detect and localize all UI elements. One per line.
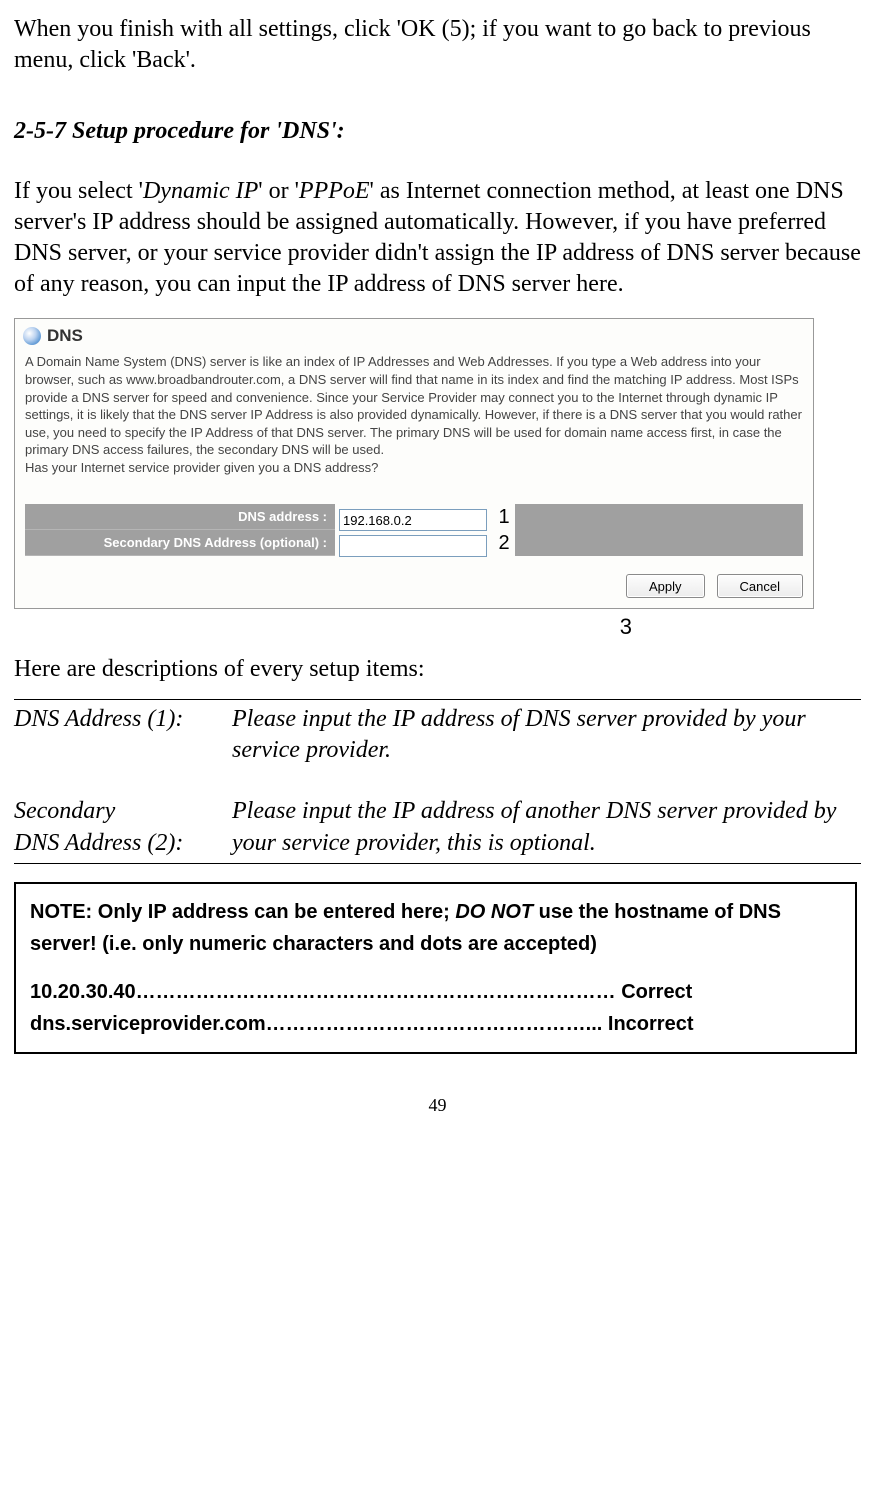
note-example-correct: 10.20.30.40……………………………………………………………… Corr… [30, 976, 841, 1008]
dns-form: DNS address : 1 Secondary DNS Address (o… [15, 484, 813, 556]
def-label: Secondary DNS Address (2): [14, 792, 232, 862]
intro-paragraph: When you finish with all settings, click… [14, 14, 861, 76]
def-text: Please input the IP address of another D… [232, 792, 861, 862]
text: DNS Address (2): [14, 830, 183, 856]
secondary-dns-input[interactable] [339, 535, 487, 557]
page-number: 49 [14, 1094, 861, 1117]
text: Secondary [14, 798, 115, 824]
panel-description: A Domain Name System (DNS) server is lik… [15, 349, 813, 484]
secondary-dns-row: Secondary DNS Address (optional) : 2 [25, 530, 803, 556]
text: ' or ' [258, 178, 299, 204]
divider [14, 863, 861, 864]
secondary-dns-input-cell [335, 526, 493, 561]
def-text: Please input the IP address of DNS serve… [232, 700, 861, 770]
section-heading: 2-5-7 Setup procedure for 'DNS': [14, 116, 861, 147]
table-row: Secondary DNS Address (2): Please input … [14, 792, 861, 862]
text: NOTE: Only IP address can be entered her… [30, 901, 455, 923]
cancel-button[interactable]: Cancel [717, 574, 803, 598]
annotation-3: 3 [14, 613, 812, 642]
note-line-1: NOTE: Only IP address can be entered her… [30, 896, 841, 960]
secondary-dns-label: Secondary DNS Address (optional) : [25, 530, 335, 556]
row-filler [515, 504, 803, 530]
globe-icon [23, 327, 41, 345]
text: Dynamic IP [143, 178, 258, 204]
row-filler [515, 530, 803, 556]
note-example-incorrect: dns.serviceprovider.com………………………………………….… [30, 1008, 841, 1040]
note-box: NOTE: Only IP address can be entered her… [14, 882, 857, 1054]
panel-title: DNS [47, 325, 83, 347]
dns-address-label: DNS address : [25, 504, 335, 530]
text: DO NOT [455, 901, 533, 923]
button-row: Apply Cancel [15, 556, 813, 608]
definitions-table: DNS Address (1): Please input the IP add… [14, 700, 861, 863]
dns-settings-screenshot: DNS A Domain Name System (DNS) server is… [14, 318, 814, 609]
descriptions-heading: Here are descriptions of every setup ite… [14, 654, 861, 685]
apply-button[interactable]: Apply [626, 574, 705, 598]
table-row: DNS Address (1): Please input the IP add… [14, 700, 861, 770]
body-paragraph: If you select 'Dynamic IP' or 'PPPoE' as… [14, 176, 861, 301]
annotation-2: 2 [493, 530, 515, 556]
panel-title-row: DNS [15, 319, 813, 349]
def-label: DNS Address (1): [14, 700, 232, 770]
text: PPPoE [299, 178, 370, 204]
text: If you select ' [14, 178, 143, 204]
annotation-1: 1 [493, 504, 515, 530]
